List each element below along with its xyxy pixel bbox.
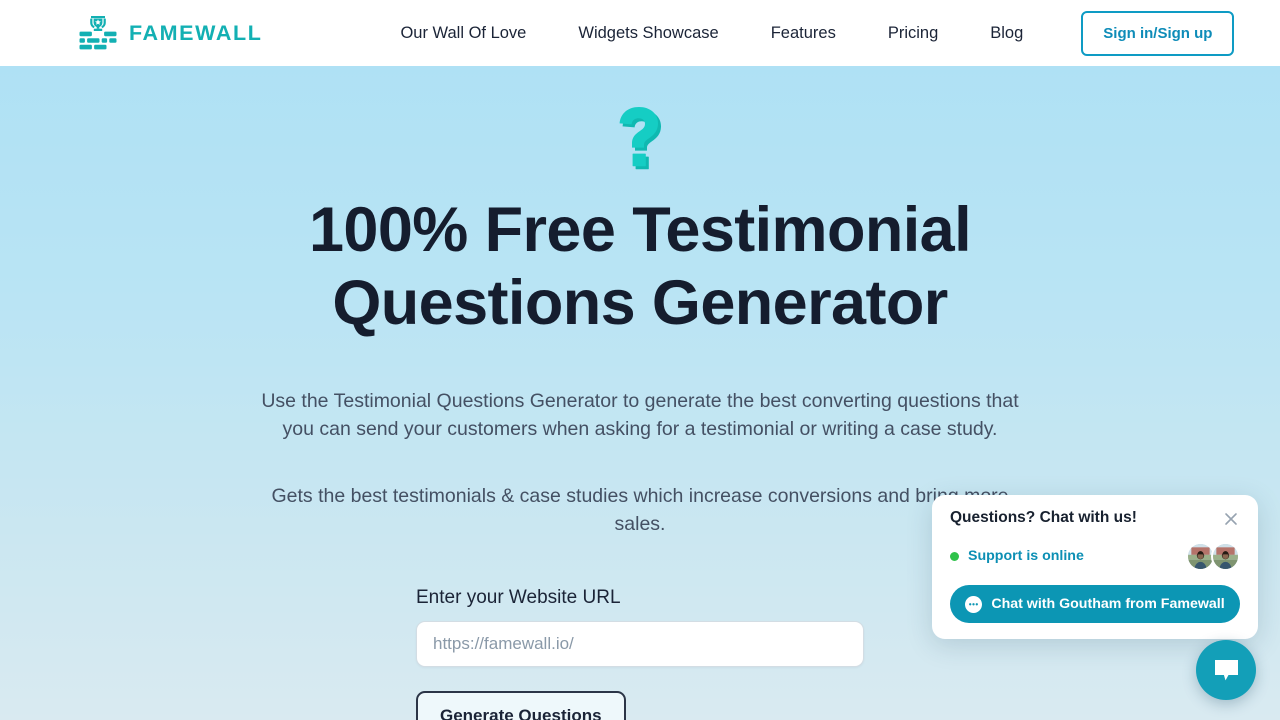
online-status-dot [950,551,959,561]
brand-name: FAMEWALL [129,20,263,45]
chat-with-agent-button[interactable]: Chat with Goutham from Famewall [950,585,1240,623]
status-badge: Support is online [968,548,1084,564]
nav-item-blog[interactable]: Blog [964,25,1049,42]
hero-paragraph-1: Use the Testimonial Questions Generator … [261,390,1019,441]
hero-paragraph-2: Gets the best testimonials & case studie… [271,484,1009,535]
trophy-wall-logo-icon [78,14,118,52]
close-icon[interactable] [1222,510,1240,528]
chat-cta-label: Chat with Goutham from Famewall [991,596,1225,612]
chat-bubble-icon [965,595,983,613]
question-mark-icon [0,104,1280,174]
url-form: Enter your Website URL Generate Question… [416,587,864,720]
generate-questions-button[interactable]: Generate Questions [416,690,626,720]
sign-in-sign-up-button[interactable]: Sign in/Sign up [1081,10,1235,56]
nav-item-widgets-showcase[interactable]: Widgets Showcase [552,25,744,42]
brand-logo[interactable]: FAMEWALL [78,14,262,52]
nav-item-pricing[interactable]: Pricing [862,25,964,42]
agent-avatars [1186,541,1240,571]
site-header: FAMEWALL Our Wall Of Love Widgets Showca… [0,0,1280,66]
nav-item-features[interactable]: Features [745,25,862,42]
chat-status-row: Support is online [950,541,1240,571]
nav-item-our-wall-of-love[interactable]: Our Wall Of Love [374,25,552,42]
main-navigation: Our Wall Of Love Widgets Showcase Featur… [374,25,1049,42]
website-url-label: Enter your Website URL [416,586,621,608]
chat-widget-header: Questions? Chat with us! [950,509,1240,528]
website-url-input[interactable] [416,620,864,667]
chat-widget-card: Questions? Chat with us! Support is onli… [932,495,1258,639]
chat-widget-title: Questions? Chat with us! [950,509,1137,526]
chat-launcher-button[interactable] [1196,640,1256,700]
chat-bubble-icon [1213,658,1240,683]
page-title: 100% Free Testimonial Questions Generato… [308,195,972,339]
avatar [1211,541,1240,571]
